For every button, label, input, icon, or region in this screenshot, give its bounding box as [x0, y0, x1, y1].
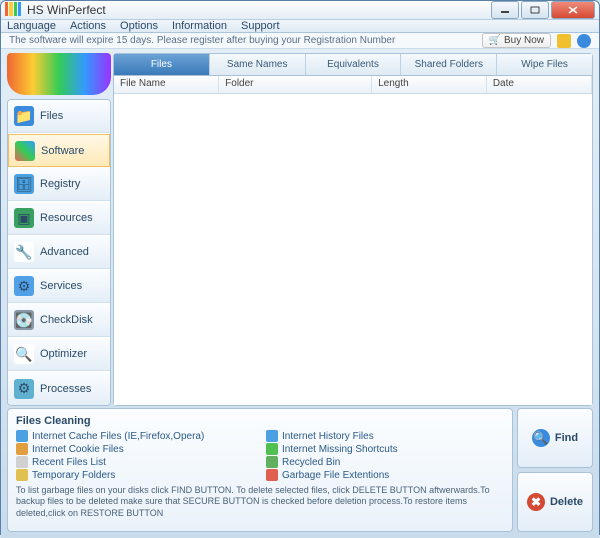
cleaning-garbage[interactable]: Garbage File Extentions [266, 469, 504, 481]
cleaning-panel: Files Cleaning Internet Cache Files (IE,… [7, 408, 513, 532]
sidebar-item-checkdisk[interactable]: 💽CheckDisk [8, 304, 110, 337]
notice-bar: The software will expire 15 days. Please… [1, 33, 599, 49]
shortcut-icon [266, 443, 278, 455]
app-logo [7, 53, 111, 95]
tab-same-names[interactable]: Same Names [210, 54, 306, 75]
bin-icon [266, 456, 278, 468]
cleaning-shortcuts[interactable]: Internet Missing Shortcuts [266, 443, 504, 455]
window-controls [491, 1, 595, 19]
col-filename[interactable]: File Name [114, 76, 219, 93]
sidebar-item-resources[interactable]: ▣Resources [8, 202, 110, 235]
maximize-button[interactable] [521, 1, 549, 19]
sidebar: 📁Files Software 🗄Registry ▣Resources 🔧Ad… [7, 99, 111, 406]
tool-icon: 🔧 [14, 242, 34, 262]
cleaning-help: To list garbage files on your disks clic… [16, 485, 504, 519]
magnify-icon: 🔍 [532, 429, 550, 447]
menu-information[interactable]: Information [172, 20, 227, 32]
buy-now-button[interactable]: 🛒 Buy Now [482, 33, 551, 48]
lock-icon[interactable] [557, 34, 571, 48]
menubar: Language Actions Options Information Sup… [1, 20, 599, 33]
menu-actions[interactable]: Actions [70, 20, 106, 32]
chip-icon: ▣ [14, 208, 34, 228]
window-title: HS WinPerfect [27, 3, 491, 17]
menu-options[interactable]: Options [120, 20, 158, 32]
trash-icon [266, 469, 278, 481]
delete-button[interactable]: ✖ Delete [517, 472, 593, 532]
app-window: HS WinPerfect Language Actions Options I… [0, 0, 600, 535]
col-length[interactable]: Length [372, 76, 487, 93]
col-folder[interactable]: Folder [219, 76, 372, 93]
cleaning-recycled[interactable]: Recycled Bin [266, 456, 504, 468]
search-icon: 🔍 [14, 344, 34, 364]
sidebar-item-optimizer[interactable]: 🔍Optimizer [8, 338, 110, 371]
cleaning-history[interactable]: Internet History Files [266, 430, 504, 442]
sidebar-item-processes[interactable]: ⚙Processes [8, 372, 110, 405]
delete-icon: ✖ [527, 493, 545, 511]
cleaning-recent[interactable]: Recent Files List [16, 456, 254, 468]
tab-shared-folders[interactable]: Shared Folders [401, 54, 497, 75]
proc-icon: ⚙ [14, 379, 34, 399]
tab-files[interactable]: Files [114, 54, 210, 75]
sidebar-item-software[interactable]: Software [8, 134, 110, 167]
cleaning-title: Files Cleaning [16, 415, 504, 427]
main-content: Files Same Names Equivalents Shared Fold… [113, 53, 593, 406]
cube-icon [15, 141, 35, 161]
cart-icon: 🛒 [489, 35, 501, 46]
notice-text: The software will expire 15 days. Please… [9, 35, 395, 46]
column-headers: File Name Folder Length Date [114, 76, 592, 94]
list-icon [16, 456, 28, 468]
sidebar-item-advanced[interactable]: 🔧Advanced [8, 236, 110, 269]
cleaning-cache[interactable]: Internet Cache Files (IE,Firefox,Opera) [16, 430, 254, 442]
db-icon: 🗄 [14, 174, 34, 194]
close-button[interactable] [551, 1, 595, 19]
globe-icon [16, 430, 28, 442]
find-button[interactable]: 🔍 Find [517, 408, 593, 468]
sidebar-item-services[interactable]: ⚙Services [8, 270, 110, 303]
col-date[interactable]: Date [487, 76, 592, 93]
menu-language[interactable]: Language [7, 20, 56, 32]
titlebar: HS WinPerfect [1, 1, 599, 20]
help-icon[interactable] [577, 34, 591, 48]
sidebar-item-files[interactable]: 📁Files [8, 100, 110, 133]
globe-icon [266, 430, 278, 442]
tab-wipe-files[interactable]: Wipe Files [497, 54, 592, 75]
cleaning-cookies[interactable]: Internet Cookie Files [16, 443, 254, 455]
folder-icon [16, 469, 28, 481]
minimize-button[interactable] [491, 1, 519, 19]
sidebar-item-registry[interactable]: 🗄Registry [8, 168, 110, 201]
tab-bar: Files Same Names Equivalents Shared Fold… [114, 54, 592, 76]
gear-icon: ⚙ [14, 276, 34, 296]
cleaning-temp[interactable]: Temporary Folders [16, 469, 254, 481]
app-icon [5, 2, 21, 18]
disk-icon: 💽 [14, 310, 34, 330]
cookie-icon [16, 443, 28, 455]
menu-support[interactable]: Support [241, 20, 280, 32]
folder-icon: 📁 [14, 106, 34, 126]
tab-equivalents[interactable]: Equivalents [306, 54, 402, 75]
file-list[interactable] [114, 94, 592, 405]
